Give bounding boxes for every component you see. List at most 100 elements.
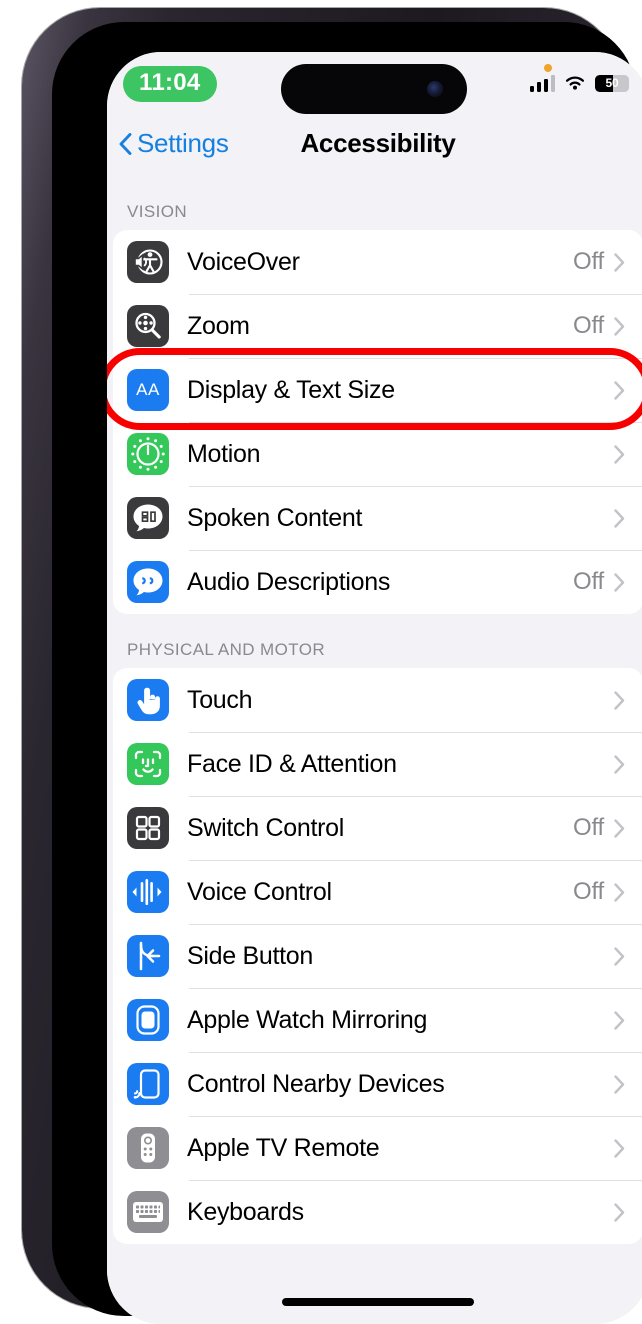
settings-row-face-id-attention[interactable]: Face ID & Attention bbox=[113, 732, 642, 796]
control-nearby-devices-icon bbox=[127, 1063, 169, 1105]
phone-frame: 11:04 50 Settings Accessibility VISION V… bbox=[22, 8, 642, 1324]
keyboards-icon bbox=[127, 1191, 169, 1233]
settings-row-accessory bbox=[614, 690, 642, 710]
settings-row-voice-control[interactable]: Voice Control Off bbox=[113, 860, 642, 924]
settings-row-keyboards[interactable]: Keyboards bbox=[113, 1180, 642, 1244]
settings-row-side-button[interactable]: Side Button bbox=[113, 924, 642, 988]
settings-row-label: Switch Control bbox=[187, 813, 344, 842]
settings-row-audio-descriptions[interactable]: Audio Descriptions Off bbox=[113, 550, 642, 614]
settings-row-label: Touch bbox=[187, 685, 253, 714]
settings-row-label: VoiceOver bbox=[187, 247, 300, 276]
settings-row-value: Off bbox=[573, 312, 604, 339]
status-indicators: 50 bbox=[529, 74, 629, 92]
settings-row-accessory bbox=[614, 508, 642, 528]
settings-row-touch[interactable]: Touch bbox=[113, 668, 642, 732]
settings-row-accessory bbox=[614, 380, 642, 400]
settings-row-accessory bbox=[614, 946, 642, 966]
settings-row-value: Off bbox=[573, 878, 604, 905]
settings-row-accessory: Off bbox=[573, 878, 642, 906]
settings-row-label: Zoom bbox=[187, 311, 250, 340]
chevron-right-icon bbox=[614, 316, 625, 336]
dynamic-island bbox=[281, 64, 467, 114]
settings-row-accessory bbox=[614, 1138, 642, 1158]
battery-percent-label: 50 bbox=[605, 75, 619, 90]
display-text-size-icon: AA bbox=[127, 369, 169, 411]
switch-control-icon bbox=[127, 807, 169, 849]
chevron-right-icon bbox=[614, 946, 625, 966]
settings-row-value: Off bbox=[573, 248, 604, 275]
settings-row-zoom[interactable]: Zoom Off bbox=[113, 294, 642, 358]
settings-row-accessory: Off bbox=[573, 248, 642, 276]
settings-row-label: Apple TV Remote bbox=[187, 1133, 380, 1162]
chevron-right-icon bbox=[614, 754, 625, 774]
settings-group: VoiceOver Off Zoom Off AA Display & Text Size… bbox=[113, 230, 642, 614]
settings-row-spoken-content[interactable]: Spoken Content bbox=[113, 486, 642, 550]
settings-row-switch-control[interactable]: Switch Control Off bbox=[113, 796, 642, 860]
settings-row-apple-tv-remote[interactable]: Apple TV Remote bbox=[113, 1116, 642, 1180]
settings-row-accessory: Off bbox=[573, 312, 642, 340]
settings-row-accessory bbox=[614, 444, 642, 464]
chevron-right-icon bbox=[614, 252, 625, 272]
chevron-right-icon bbox=[614, 1138, 625, 1158]
settings-row-value: Off bbox=[573, 568, 604, 595]
navigation-bar: Settings Accessibility bbox=[107, 120, 642, 176]
touch-icon bbox=[127, 679, 169, 721]
battery-icon: 50 bbox=[595, 74, 629, 92]
settings-row-accessory bbox=[614, 1074, 642, 1094]
voiceover-icon bbox=[127, 241, 169, 283]
audio-descriptions-icon bbox=[127, 561, 169, 603]
settings-row-voiceover[interactable]: VoiceOver Off bbox=[113, 230, 642, 294]
chevron-right-icon bbox=[614, 508, 625, 528]
page-title: Accessibility bbox=[300, 128, 456, 158]
voice-control-icon bbox=[127, 871, 169, 913]
section-header: PHYSICAL AND MOTOR bbox=[127, 640, 326, 659]
phone-bezel: 11:04 50 Settings Accessibility VISION V… bbox=[52, 22, 642, 1324]
settings-row-motion[interactable]: Motion bbox=[113, 422, 642, 486]
phone-screen: 11:04 50 Settings Accessibility VISION V… bbox=[107, 52, 642, 1324]
chevron-right-icon bbox=[614, 690, 625, 710]
chevron-right-icon bbox=[614, 1010, 625, 1030]
chevron-right-icon bbox=[614, 572, 625, 592]
settings-row-accessory: Off bbox=[573, 568, 642, 596]
chevron-right-icon bbox=[614, 1074, 625, 1094]
settings-row-accessory: Off bbox=[573, 814, 642, 842]
settings-row-accessory bbox=[614, 754, 642, 774]
apple-watch-mirroring-icon bbox=[127, 999, 169, 1041]
chevron-right-icon bbox=[614, 1202, 625, 1222]
settings-row-label: Spoken Content bbox=[187, 503, 363, 532]
settings-group: Touch Face ID & Attention Switch Control Of… bbox=[113, 668, 642, 1244]
home-indicator bbox=[282, 1298, 474, 1306]
settings-list[interactable]: VISION VoiceOver Off Zoom Off AA Display & Tex… bbox=[107, 176, 642, 1324]
settings-row-accessory bbox=[614, 1010, 642, 1030]
chevron-right-icon bbox=[614, 882, 625, 902]
motion-icon bbox=[127, 433, 169, 475]
status-bar: 11:04 50 bbox=[107, 52, 642, 120]
settings-row-label: Control Nearby Devices bbox=[187, 1069, 445, 1098]
settings-row-control-nearby-devices[interactable]: Control Nearby Devices bbox=[113, 1052, 642, 1116]
chevron-right-icon bbox=[614, 380, 625, 400]
chevron-right-icon bbox=[614, 818, 625, 838]
settings-row-value: Off bbox=[573, 814, 604, 841]
settings-row-accessory bbox=[614, 1202, 642, 1222]
apple-tv-remote-icon bbox=[127, 1127, 169, 1169]
settings-row-label: Face ID & Attention bbox=[187, 749, 397, 778]
settings-row-label: Keyboards bbox=[187, 1197, 304, 1226]
settings-row-label: Voice Control bbox=[187, 877, 332, 906]
wifi-icon bbox=[565, 76, 585, 90]
spoken-content-icon bbox=[127, 497, 169, 539]
settings-row-label: Apple Watch Mirroring bbox=[187, 1005, 428, 1034]
settings-row-apple-watch-mirroring[interactable]: Apple Watch Mirroring bbox=[113, 988, 642, 1052]
section-header: VISION bbox=[127, 202, 188, 221]
settings-row-label: Display & Text Size bbox=[187, 375, 395, 404]
front-camera-icon bbox=[427, 81, 443, 97]
orange-privacy-dot-icon bbox=[544, 64, 552, 72]
settings-row-label: Side Button bbox=[187, 941, 313, 970]
face-id-icon bbox=[127, 743, 169, 785]
zoom-magnifier-icon bbox=[127, 305, 169, 347]
cellular-bars-icon bbox=[529, 74, 555, 92]
settings-row-label: Audio Descriptions bbox=[187, 567, 391, 596]
settings-row-display-text-size[interactable]: AA Display & Text Size bbox=[113, 358, 642, 422]
chevron-right-icon bbox=[614, 444, 625, 464]
settings-row-label: Motion bbox=[187, 439, 261, 468]
side-button-icon bbox=[127, 935, 169, 977]
